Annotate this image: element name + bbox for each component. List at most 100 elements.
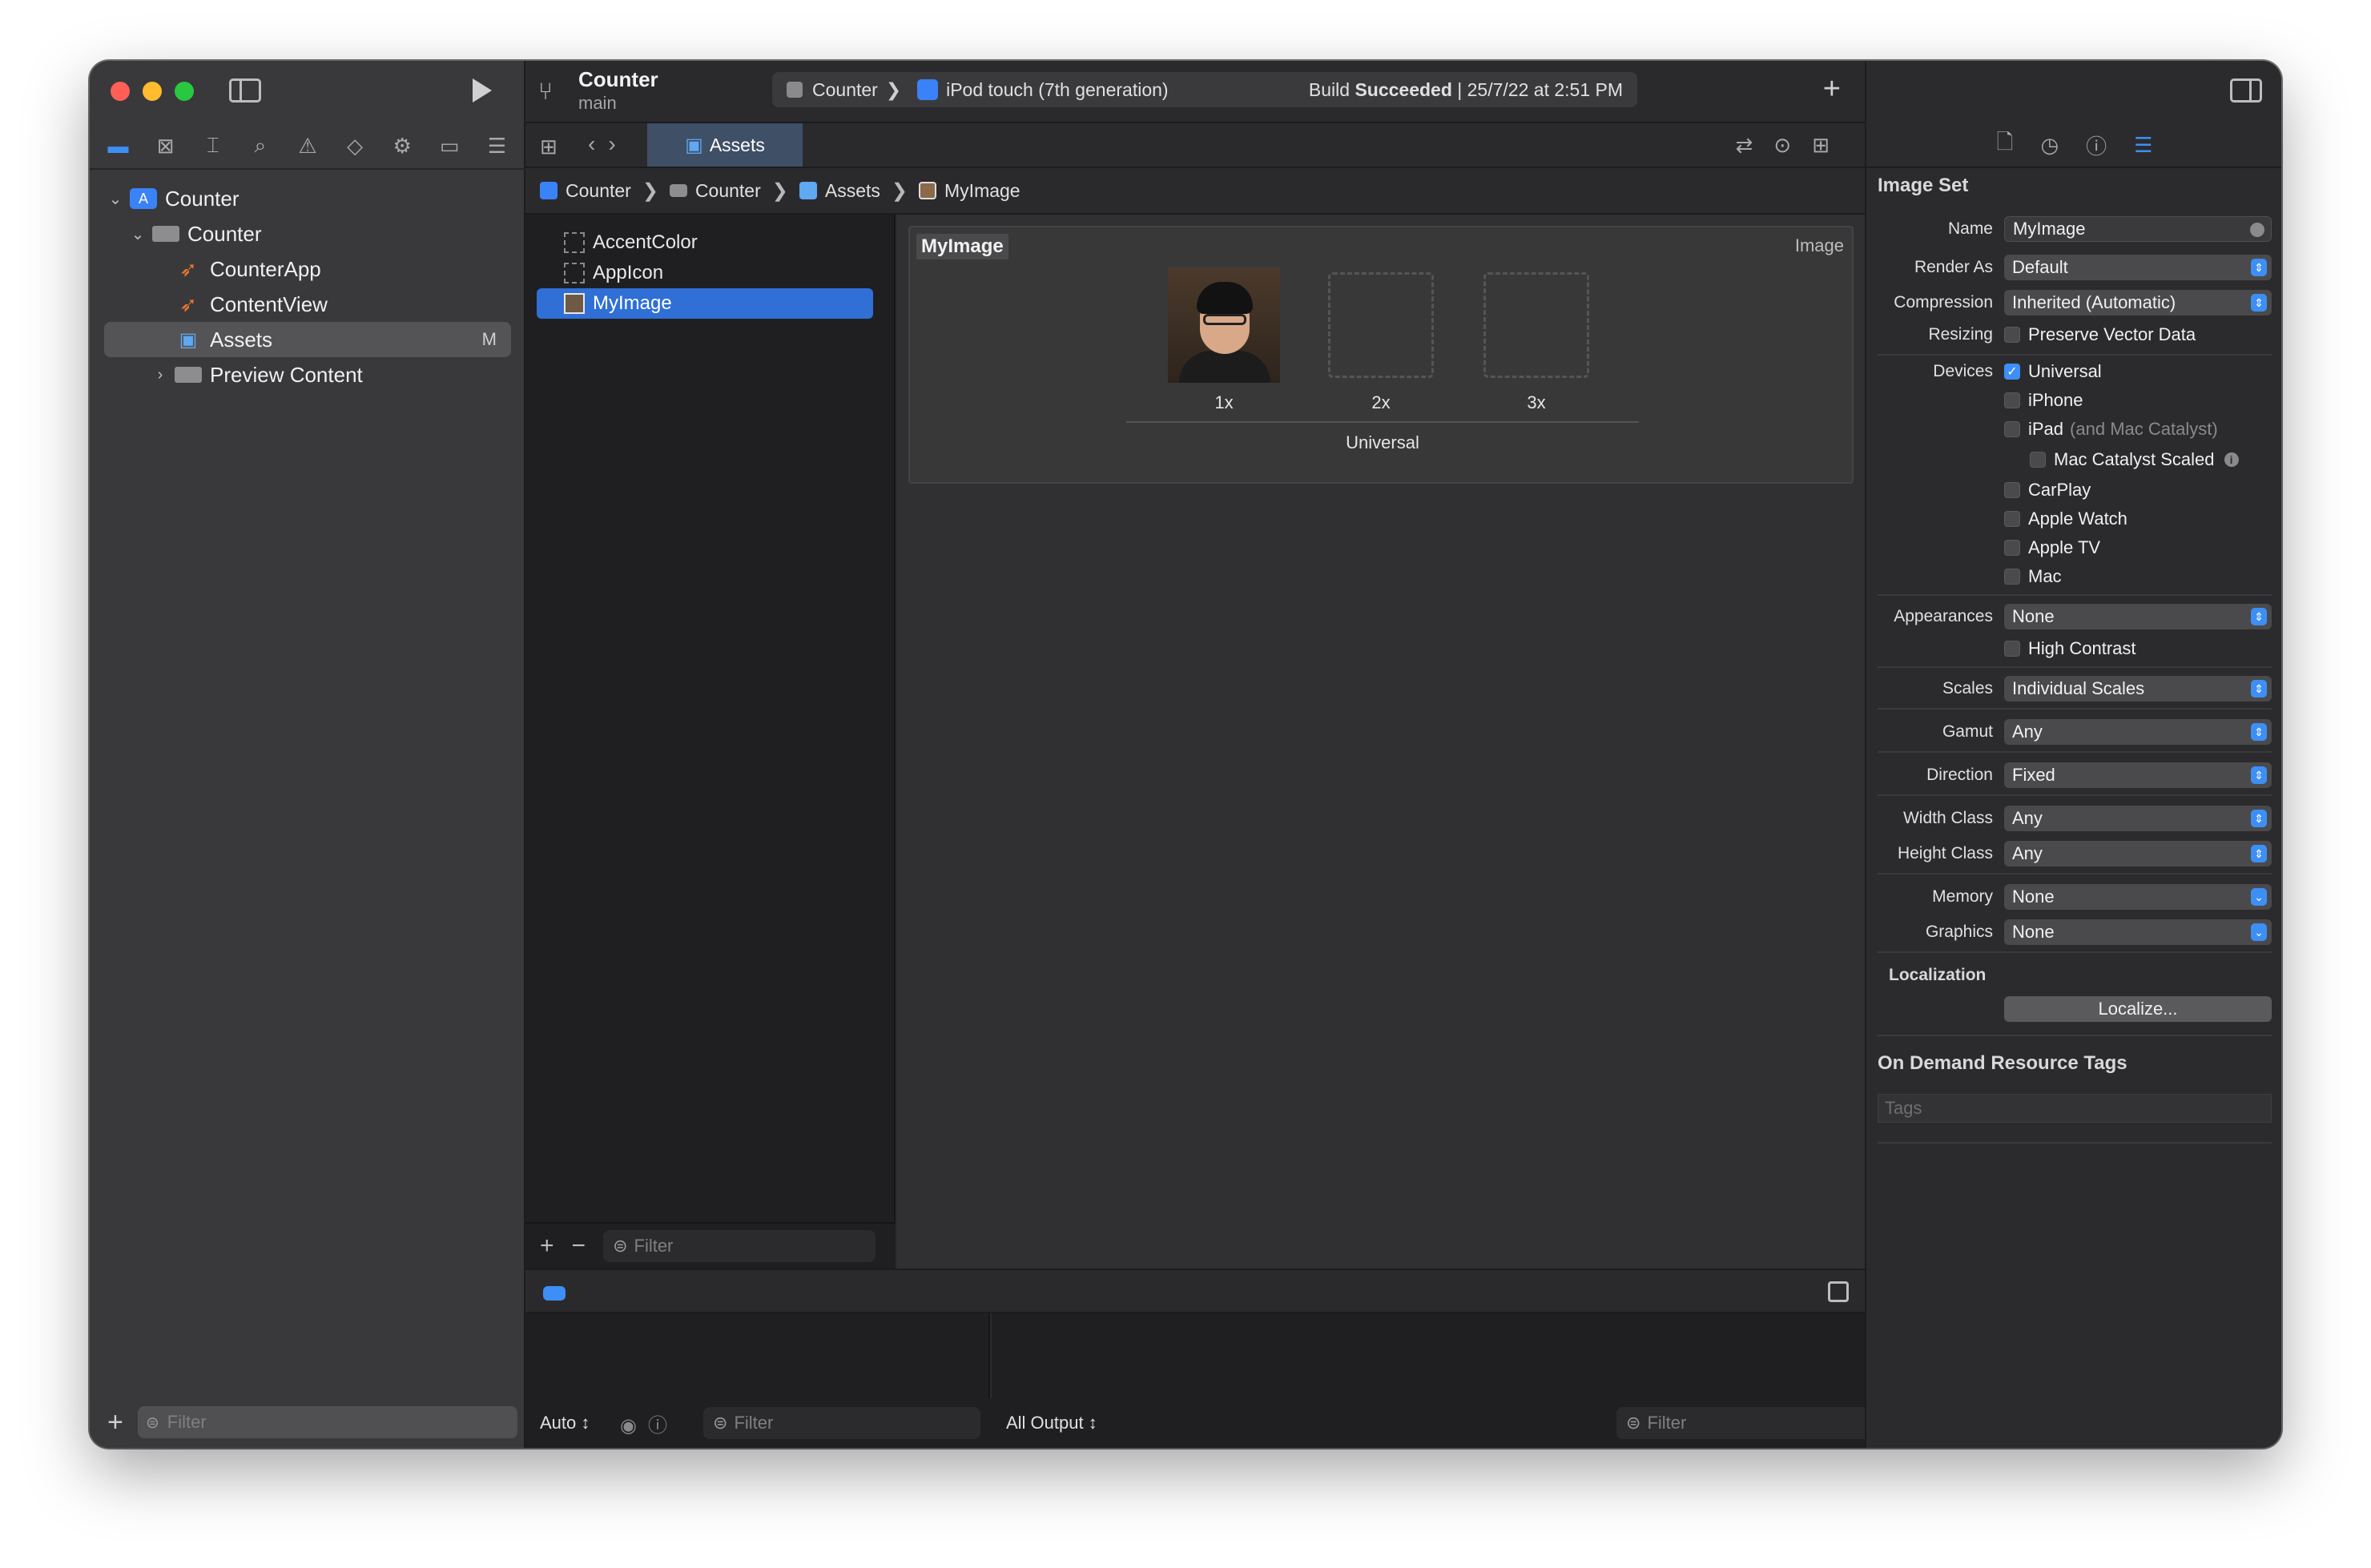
universal-checkbox[interactable]: ✓ Universal [2004, 361, 2102, 382]
divider [1878, 873, 2272, 874]
output-selector[interactable]: All Output ↕ [1006, 1413, 1097, 1433]
checkbox-icon [2004, 421, 2020, 437]
breadcrumb-item[interactable]: Counter [695, 180, 761, 202]
tree-item-counterapp[interactable]: ➶ CounterApp [90, 251, 525, 287]
chevron-down-icon[interactable]: ⌄ [130, 224, 146, 244]
image-slot-3x[interactable] [1483, 272, 1589, 378]
device-selector[interactable]: iPod touch (7th generation) [946, 79, 1168, 101]
project-name[interactable]: Counter [578, 67, 658, 92]
graphics-select[interactable]: None ⌄ [2004, 919, 2272, 945]
breakpoint-icon[interactable]: ▭ [433, 134, 465, 159]
add-icon[interactable]: + [540, 1232, 554, 1260]
mac-checkbox[interactable]: Mac [2004, 566, 2062, 587]
apple-watch-checkbox[interactable]: Apple Watch [2004, 509, 2127, 529]
asset-item-myimage[interactable]: MyImage [537, 288, 873, 319]
back-forward-arrows-icon[interactable]: ‹› [588, 131, 629, 157]
scheme-selector[interactable]: Counter [812, 79, 878, 101]
asset-item-appicon[interactable]: AppIcon [537, 258, 873, 288]
add-icon[interactable]: + [107, 1407, 131, 1438]
compression-select[interactable]: Inherited (Automatic) ⇕ [2004, 290, 2272, 316]
attributes-icon[interactable]: ☰ [2134, 133, 2152, 158]
iphone-checkbox[interactable]: iPhone [2004, 390, 2083, 411]
variables-filter-input[interactable]: ⊜ Filter [703, 1407, 980, 1439]
carplay-checkbox[interactable]: CarPlay [2004, 480, 2091, 501]
related-items-icon[interactable]: ⊞ [540, 135, 558, 159]
breadcrumb-item[interactable]: MyImage [944, 180, 1020, 202]
source-control-icon[interactable]: ⊠ [150, 134, 182, 159]
tree-item-group-counter[interactable]: ⌄ Counter [90, 216, 525, 251]
tree-item-project[interactable]: ⌄ A Counter [90, 181, 525, 216]
chevron-right-icon[interactable]: › [152, 366, 168, 384]
test-icon[interactable]: ◇ [339, 134, 371, 159]
tree-item-preview-content[interactable]: › Preview Content [90, 357, 525, 392]
report-icon[interactable]: ☰ [481, 134, 513, 159]
resizing-row: Resizing Preserve Vector Data [1866, 320, 2281, 349]
gamut-select[interactable]: Any ⇕ [2004, 719, 2272, 745]
minimize-window-button[interactable] [143, 82, 162, 101]
checkbox-icon [2004, 511, 2020, 527]
preserve-vector-checkbox[interactable]: Preserve Vector Data [2004, 324, 2196, 345]
image-set-panel[interactable]: MyImage Image 1x 2x 3x Universal [908, 226, 1854, 484]
checkbox-label: Preserve Vector Data [2028, 324, 2196, 344]
arrow-circle-icon[interactable] [2250, 223, 2264, 237]
tree-item-contentview[interactable]: ➶ ContentView [90, 287, 525, 322]
remove-icon[interactable]: − [572, 1232, 586, 1260]
apple-tv-checkbox[interactable]: Apple TV [2004, 537, 2100, 558]
image-slot-2x[interactable] [1328, 272, 1434, 378]
app-icon [540, 182, 558, 199]
field-label: Graphics [1925, 923, 1993, 941]
hide-debug-area-icon[interactable] [1828, 1281, 1849, 1302]
file-icon[interactable]: 🗋 [1997, 127, 2014, 163]
help-icon[interactable]: ⓘ [2086, 131, 2107, 160]
breadcrumb-item[interactable]: Counter [566, 180, 631, 202]
history-icon[interactable]: ◷ [2040, 133, 2059, 158]
search-icon[interactable]: ⌕ [244, 133, 276, 159]
navigator-filter-input[interactable]: ⊜ Filter [138, 1406, 517, 1438]
close-window-button[interactable] [111, 82, 130, 101]
asset-filter-input[interactable]: ⊜ Filter [603, 1230, 876, 1262]
console-filter-input[interactable]: ⊜ Filter [1616, 1407, 1889, 1439]
appearances-select[interactable]: None ⇕ [2004, 604, 2272, 629]
tree-item-label: Preview Content [210, 362, 363, 387]
mac-catalyst-scaled-checkbox[interactable]: Mac Catalyst Scaled i [2030, 449, 2239, 470]
tab-assets[interactable]: ▣ Assets [647, 123, 803, 167]
run-button[interactable] [473, 78, 492, 103]
field-label: Resizing [1928, 325, 1993, 344]
sidebar-toggle-icon[interactable] [229, 78, 261, 103]
branch-icon[interactable]: ⑂ [538, 78, 553, 106]
chevron-down-icon[interactable]: ⌄ [107, 189, 123, 209]
name-row: Name MyImage [1866, 215, 2281, 243]
image-slot-1x[interactable] [1168, 267, 1280, 383]
chevron-right-icon: ❯ [885, 78, 902, 100]
high-contrast-checkbox[interactable]: High Contrast [2004, 638, 2136, 659]
localize-button[interactable]: Localize... [2004, 996, 2272, 1022]
variables-scope-selector[interactable]: Auto ↕ [540, 1413, 590, 1433]
asset-item-accentcolor[interactable]: AccentColor [537, 227, 873, 258]
warning-icon[interactable]: ⚠ [292, 134, 324, 159]
folder-icon[interactable]: ▬ [103, 134, 135, 159]
breadcrumb-item[interactable]: Assets [825, 180, 880, 202]
debug-icon[interactable]: ⚙ [386, 134, 418, 159]
tags-input[interactable]: Tags [1878, 1094, 2272, 1123]
tree-item-assets[interactable]: ▣ Assets M [104, 322, 511, 357]
info-icon[interactable]: i [2224, 452, 2239, 467]
height-class-select[interactable]: Any ⇕ [2004, 841, 2272, 866]
field-value: Fixed [2012, 765, 2055, 785]
add-icon[interactable]: + [1823, 72, 1841, 107]
scales-select[interactable]: Individual Scales ⇕ [2004, 676, 2272, 702]
symbol-icon[interactable]: ⌶ [197, 133, 229, 159]
direction-select[interactable]: Fixed ⇕ [2004, 762, 2272, 788]
name-field[interactable]: MyImage [2004, 216, 2272, 242]
memory-select[interactable]: None ⌄ [2004, 884, 2272, 910]
debug-toggle-icon[interactable] [543, 1286, 566, 1301]
stepper-icon: ⇕ [2251, 608, 2267, 625]
editor-options-icon[interactable]: ⇄⊙⊞ [1736, 133, 1850, 158]
eye-info-icon[interactable]: ◉ⓘ [620, 1409, 678, 1437]
ipad-checkbox[interactable]: iPad (and Mac Catalyst) [2004, 419, 2218, 440]
localization-title: Localization [1889, 966, 1987, 984]
width-class-select[interactable]: Any ⇕ [2004, 806, 2272, 831]
mac-row: Mac [1866, 562, 2281, 591]
render-as-select[interactable]: Default ⇕ [2004, 255, 2272, 280]
zoom-window-button[interactable] [175, 82, 194, 101]
inspector-toggle-icon[interactable] [2230, 78, 2262, 103]
